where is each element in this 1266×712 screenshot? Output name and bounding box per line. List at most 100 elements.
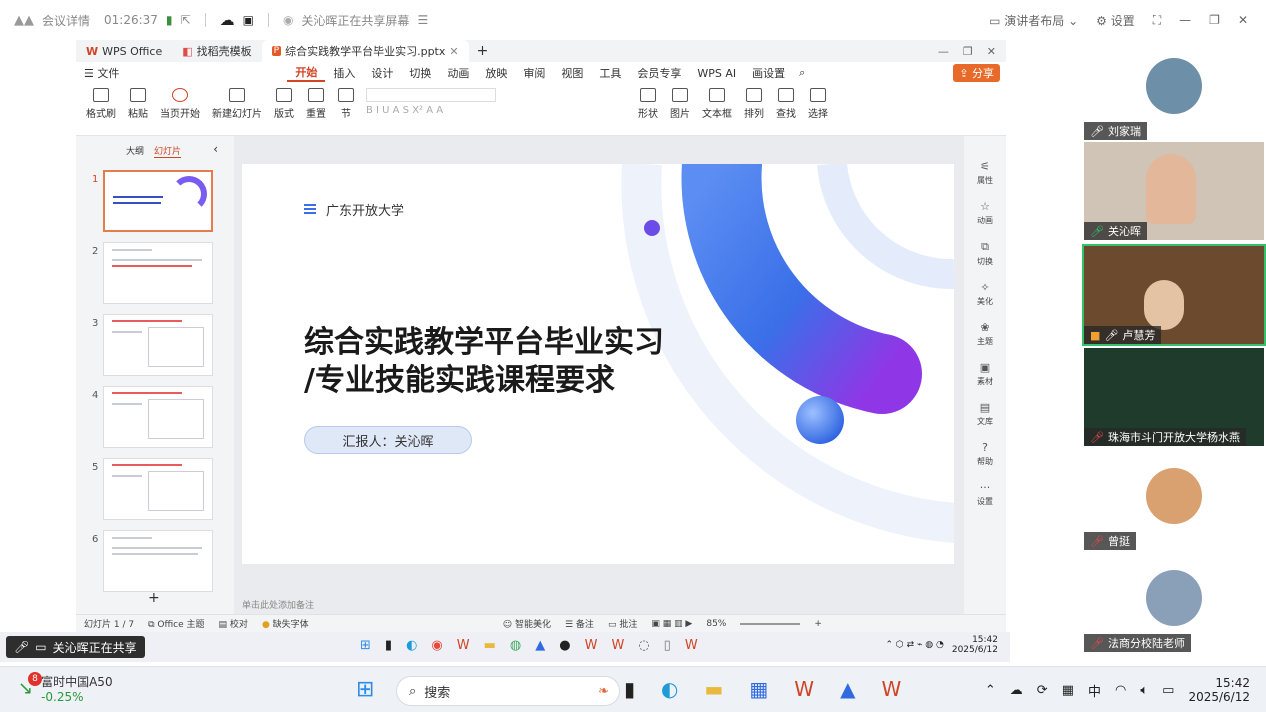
menu-review[interactable]: 审阅	[515, 65, 553, 81]
tool-material[interactable]: ▣ 素材	[977, 361, 993, 387]
tab-outline[interactable]: 大纲	[126, 144, 144, 158]
missing-font-button[interactable]: ● 缺失字体	[262, 617, 309, 630]
menu-design[interactable]: 设计	[363, 65, 401, 81]
menu-tools[interactable]: 工具	[591, 65, 629, 81]
tab-pptx[interactable]: P 综合实践教学平台毕业实习.pptx ✕	[261, 40, 469, 62]
wps-icon[interactable]: W	[881, 677, 901, 701]
meeting-app-icon[interactable]: ▲	[840, 677, 855, 701]
participant-video[interactable]: 🎤︎ 珠海市斗门开放大学杨水燕	[1084, 348, 1264, 446]
menu-icon[interactable]: ☰	[417, 13, 428, 27]
sharing-indicator[interactable]: 🎤︎ ▭ 关沁晖正在共享	[6, 636, 145, 658]
restore-icon[interactable]: ❐	[963, 45, 973, 58]
slide-thumbnail[interactable]	[103, 242, 213, 304]
menu-settings[interactable]: 画设置	[744, 65, 793, 81]
select-button[interactable]: 选择	[808, 88, 828, 120]
notes-button[interactable]: ☰ 备注	[565, 617, 594, 630]
settings-button[interactable]: ⚙ 设置	[1096, 12, 1135, 29]
stock-widget[interactable]: ↘ 8 富时中国A50 -0.25%	[18, 672, 113, 704]
participant-video[interactable]: ■ 🎤︎ 卢慧芳	[1082, 244, 1266, 346]
fullscreen-icon[interactable]: ⛶	[1153, 13, 1161, 28]
tray-icons[interactable]: ⌃ ⬡ ⇄ ⌁ ◍ ◔	[885, 640, 943, 650]
battery-icon[interactable]: ▭	[1162, 683, 1174, 698]
participant-video[interactable]: 🎤︎ 关沁晖	[1084, 142, 1264, 240]
record-icon[interactable]: ▣	[243, 13, 254, 27]
task-view-icon[interactable]: ▮	[624, 677, 635, 701]
zoom-value[interactable]: 85%	[706, 619, 726, 629]
reset-button[interactable]: 重置	[306, 88, 326, 120]
edge-icon[interactable]: ◐	[661, 677, 678, 701]
presenter-layout-button[interactable]: ▭ 演讲者布局 ⌄	[989, 12, 1078, 29]
tool-help[interactable]: ? 帮助	[977, 441, 993, 467]
share-button[interactable]: ⇪ 分享	[953, 64, 1000, 82]
menu-view[interactable]: 视图	[553, 65, 591, 81]
textbox-button[interactable]: 文本框	[702, 88, 732, 120]
windows-start-icon[interactable]: ⊞	[356, 677, 374, 702]
slide-thumbnail[interactable]	[103, 530, 213, 592]
cloud-icon[interactable]: ☁	[220, 11, 235, 29]
taskbar-search[interactable]: ⌕ 搜索 ❧	[396, 676, 620, 706]
volume-icon[interactable]: 🔈︎	[1140, 683, 1148, 698]
wps-icon[interactable]: W	[685, 638, 698, 653]
meeting-details-button[interactable]: 会议详情	[42, 12, 90, 29]
tool-transition[interactable]: ⧉ 切换	[977, 240, 993, 267]
app-icon[interactable]: ●	[559, 638, 570, 653]
notes-placeholder[interactable]: 单击此处添加备注	[242, 598, 314, 611]
wps-icon[interactable]: W	[585, 638, 598, 653]
app-icon[interactable]: ◍	[510, 638, 521, 653]
file-explorer-icon[interactable]: ▬	[704, 677, 723, 701]
app-icon[interactable]: ▮	[385, 638, 392, 653]
ime-indicator[interactable]: 中	[1088, 681, 1101, 700]
slide-thumbnail[interactable]	[103, 386, 213, 448]
section-button[interactable]: 节	[338, 88, 354, 120]
picture-button[interactable]: 图片	[670, 88, 690, 120]
restore-icon[interactable]: ❐	[1209, 13, 1220, 27]
menu-home[interactable]: 开始	[287, 64, 326, 82]
wps-icon[interactable]: W	[457, 638, 470, 653]
collapse-pane-icon[interactable]: ‹	[213, 142, 218, 156]
current-slide[interactable]: 广东开放大学 综合实践教学平台毕业实习 /专业技能实践课程要求 汇报人：关沁晖	[242, 164, 954, 564]
store-icon[interactable]: ▦	[749, 677, 768, 701]
search-icon[interactable]: ⌕	[799, 66, 805, 80]
calendar-icon[interactable]: ▦	[1062, 683, 1074, 698]
find-button[interactable]: 查找	[776, 88, 796, 120]
meeting-app-icon[interactable]: ▲	[535, 638, 545, 653]
tab-template[interactable]: ◧ 找稻壳模板	[172, 40, 261, 62]
tab-wps-office[interactable]: W WPS Office	[76, 40, 172, 62]
close-tab-icon[interactable]: ✕	[449, 45, 458, 58]
new-slide-button[interactable]: 新建幻灯片	[212, 88, 262, 120]
play-current-button[interactable]: 当页开始	[160, 88, 200, 120]
sync-icon[interactable]: ⟳	[1037, 683, 1048, 698]
app-icon[interactable]: ◌	[638, 638, 649, 653]
tool-theme[interactable]: ❀ 主题	[977, 321, 993, 347]
minimize-icon[interactable]: —	[938, 45, 949, 58]
file-menu[interactable]: ☰ 文件	[76, 65, 127, 81]
participant-tile[interactable]: 🎤︎ 刘家瑞	[1084, 42, 1264, 140]
edge-icon[interactable]: ◐	[406, 638, 417, 653]
zoom-slider[interactable]	[740, 622, 801, 625]
smart-beautify-button[interactable]: ☺ 智能美化	[503, 617, 551, 630]
proof-button[interactable]: ▤ 校对	[219, 617, 248, 630]
menu-slideshow[interactable]: 放映	[477, 65, 515, 81]
expand-icon[interactable]: ⇱	[181, 13, 191, 27]
slide-thumbnail[interactable]	[103, 458, 213, 520]
shape-button[interactable]: 形状	[638, 88, 658, 120]
add-slide-icon[interactable]: +	[148, 590, 160, 606]
minimize-icon[interactable]: —	[1179, 13, 1191, 27]
menu-wps-ai[interactable]: WPS AI	[689, 67, 744, 80]
font-format-buttons[interactable]: B I U A S X² A A	[366, 105, 443, 116]
slide-thumbnail[interactable]	[103, 314, 213, 376]
chrome-icon[interactable]: ◉	[431, 638, 442, 653]
font-family-select[interactable]	[366, 88, 496, 102]
windows-start-icon[interactable]: ⊞	[360, 638, 371, 653]
slide-reporter-pill[interactable]: 汇报人：关沁晖	[304, 426, 472, 454]
menu-transition[interactable]: 切换	[401, 65, 439, 81]
clock[interactable]: 15:42 2025/6/12	[1188, 676, 1250, 704]
tool-properties[interactable]: ⚟ 属性	[977, 160, 993, 186]
layout-button[interactable]: 版式	[274, 88, 294, 120]
participant-tile[interactable]: 🎤︎ 法商分校陆老师	[1084, 554, 1264, 652]
close-icon[interactable]: ✕	[987, 45, 996, 58]
tool-beautify[interactable]: ✧ 美化	[977, 281, 993, 307]
new-tab-icon[interactable]: +	[477, 43, 489, 59]
menu-member[interactable]: 会员专享	[629, 65, 689, 81]
participant-tile[interactable]: 🎤︎ 曾挺	[1084, 452, 1264, 550]
